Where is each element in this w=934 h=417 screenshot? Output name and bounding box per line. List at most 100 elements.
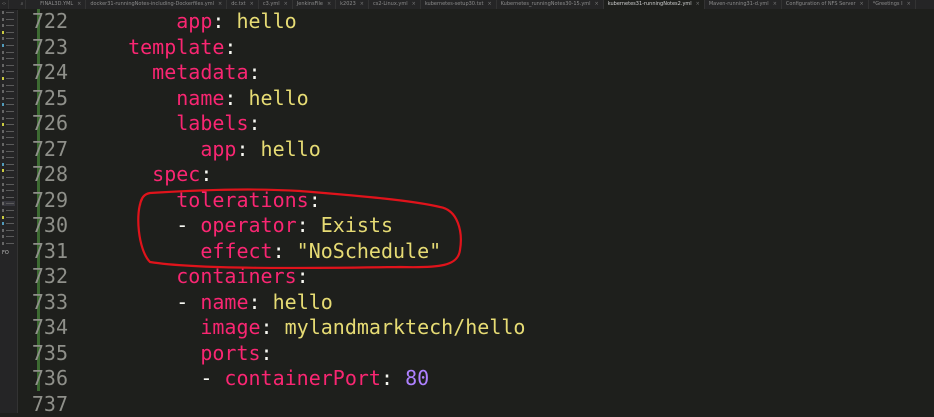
close-tab-icon[interactable]: ×	[696, 1, 700, 7]
sidebar-file-item[interactable]	[2, 50, 15, 55]
file-icon	[2, 11, 4, 14]
sidebar-file-item[interactable]	[2, 96, 15, 101]
close-tab-icon[interactable]: ×	[487, 1, 491, 7]
sidebar-file-item[interactable]	[2, 188, 15, 193]
editor-tab[interactable]: Maven-running31-d.yml×	[705, 0, 782, 9]
sidebar-file-item[interactable]	[2, 30, 15, 35]
code-line: 729 tolerations:	[18, 188, 934, 214]
sidebar-file-item[interactable]	[2, 221, 15, 226]
editor-tab[interactable]: JenkinsFile×	[293, 0, 336, 9]
sidebar-file-item[interactable]	[2, 228, 15, 233]
line-number: 727	[28, 137, 68, 163]
code-text: tolerations:	[104, 188, 321, 214]
sidebar-file-item[interactable]	[2, 201, 15, 206]
sidebar-file-item[interactable]	[2, 135, 15, 140]
sidebar-file-item[interactable]	[2, 116, 15, 121]
close-tab-icon[interactable]: ×	[773, 1, 777, 7]
search-icon[interactable]: ⌕	[19, 0, 27, 9]
close-tab-icon[interactable]: ×	[907, 1, 911, 7]
tab-label: Kubernetes_runningNotes30-15.yml	[501, 1, 591, 7]
close-tab-icon[interactable]: ×	[360, 1, 364, 7]
sidebar-file-item[interactable]	[2, 109, 15, 114]
code-text: effect: "NoSchedule"	[104, 239, 441, 265]
indent	[104, 60, 152, 84]
sidebar-file-item[interactable]	[2, 56, 15, 61]
tab-label: kubernetes31-runningNotes2.yml	[608, 1, 692, 7]
sidebar-file-item[interactable]	[2, 215, 15, 220]
sidebar-file-item[interactable]	[2, 102, 15, 107]
sidebar-file-item[interactable]	[2, 76, 15, 81]
sidebar-file-item[interactable]	[2, 195, 15, 200]
code-editor[interactable]: 722 app: hello723 template:724 metadata:…	[18, 9, 934, 413]
sidebar-file-item[interactable]	[2, 162, 15, 167]
explorer-sidebar: OP FO	[0, 0, 18, 413]
code-line: 736 - containerPort: 80	[18, 366, 934, 392]
file-name-line	[6, 19, 14, 20]
sidebar-file-item[interactable]	[2, 63, 15, 68]
code-line: 734 image: mylandmarktech/hello	[18, 315, 934, 341]
file-icon	[2, 97, 4, 100]
sidebar-file-item[interactable]	[2, 23, 15, 28]
sidebar-file-item[interactable]	[2, 208, 15, 213]
file-name-line	[6, 236, 14, 237]
sidebar-file-item[interactable]	[2, 234, 15, 239]
code-token: app	[176, 9, 212, 33]
sidebar-file-item[interactable]	[2, 241, 15, 246]
sidebar-file-item[interactable]	[2, 182, 15, 187]
editor-tab[interactable]: Kubernetes_runningNotes30-15.yml ×	[497, 0, 604, 9]
indent	[104, 290, 176, 314]
editor-tab[interactable]: dc.txt×	[227, 0, 259, 9]
sidebar-file-item[interactable]	[2, 89, 15, 94]
sidebar-file-item[interactable]	[2, 142, 15, 147]
close-tab-icon[interactable]: ×	[412, 1, 416, 7]
code-line: 725 name: hello	[18, 86, 934, 112]
editor-tab[interactable]: c3.yml×	[259, 0, 293, 9]
file-name-line	[6, 190, 14, 191]
code-token: -	[200, 366, 224, 390]
sidebar-file-item[interactable]	[2, 175, 15, 180]
sidebar-file-item[interactable]	[2, 17, 15, 22]
sidebar-file-item[interactable]	[2, 69, 15, 74]
code-line: 722 app: hello	[18, 9, 934, 35]
tab-label: k2023	[340, 1, 356, 7]
code-token: hello	[261, 137, 321, 161]
sidebar-file-item[interactable]	[2, 10, 15, 15]
line-number: 728	[28, 162, 68, 188]
code-text: app: hello	[104, 9, 297, 35]
file-icon	[2, 37, 4, 40]
editor-tab[interactable]: *Greetings I×	[869, 0, 916, 9]
editor-tab[interactable]: k2023 ×	[336, 0, 369, 9]
close-tab-icon[interactable]: ×	[595, 1, 599, 7]
indent	[104, 341, 200, 365]
sidebar-file-item[interactable]	[2, 155, 15, 160]
nav-back-icon[interactable]: ‹›	[0, 0, 9, 9]
sidebar-file-item[interactable]	[2, 149, 15, 154]
file-icon	[2, 202, 4, 205]
file-icon	[2, 163, 4, 166]
sidebar-file-item[interactable]	[2, 83, 15, 88]
code-token: containerPort	[224, 366, 381, 390]
sidebar-file-item[interactable]	[2, 168, 15, 173]
editor-tab[interactable]: kubernetes31-runningNotes2.yml ×	[604, 0, 705, 9]
file-name-line	[6, 124, 14, 125]
close-tab-icon[interactable]: ×	[284, 1, 288, 7]
close-tab-icon[interactable]: ×	[250, 1, 254, 7]
file-name-line	[6, 98, 14, 99]
close-tab-icon[interactable]: ×	[327, 1, 331, 7]
code-token: hello	[249, 86, 309, 110]
close-tab-icon[interactable]: ×	[860, 1, 864, 7]
sidebar-file-item[interactable]	[2, 122, 15, 127]
editor-tab[interactable]: kubernetes-setup30.txt×	[421, 0, 497, 9]
sidebar-file-item[interactable]	[2, 43, 15, 48]
sidebar-file-item[interactable]	[2, 129, 15, 134]
editor-tab[interactable]: Configuration of NFS Server×	[782, 0, 869, 9]
file-name-line	[6, 131, 14, 132]
editor-tab[interactable]: cs2-Linux.yml×	[369, 0, 421, 9]
file-icon	[2, 64, 4, 67]
editor-tab[interactable]: FINAL3D.YML×	[36, 0, 86, 9]
editor-tab[interactable]: docker31-runningNotes-including-Dockerfi…	[86, 0, 227, 9]
close-tab-icon[interactable]: ×	[77, 1, 81, 7]
file-icon	[2, 136, 4, 139]
sidebar-file-item[interactable]	[2, 36, 15, 41]
close-tab-icon[interactable]: ×	[218, 1, 222, 7]
